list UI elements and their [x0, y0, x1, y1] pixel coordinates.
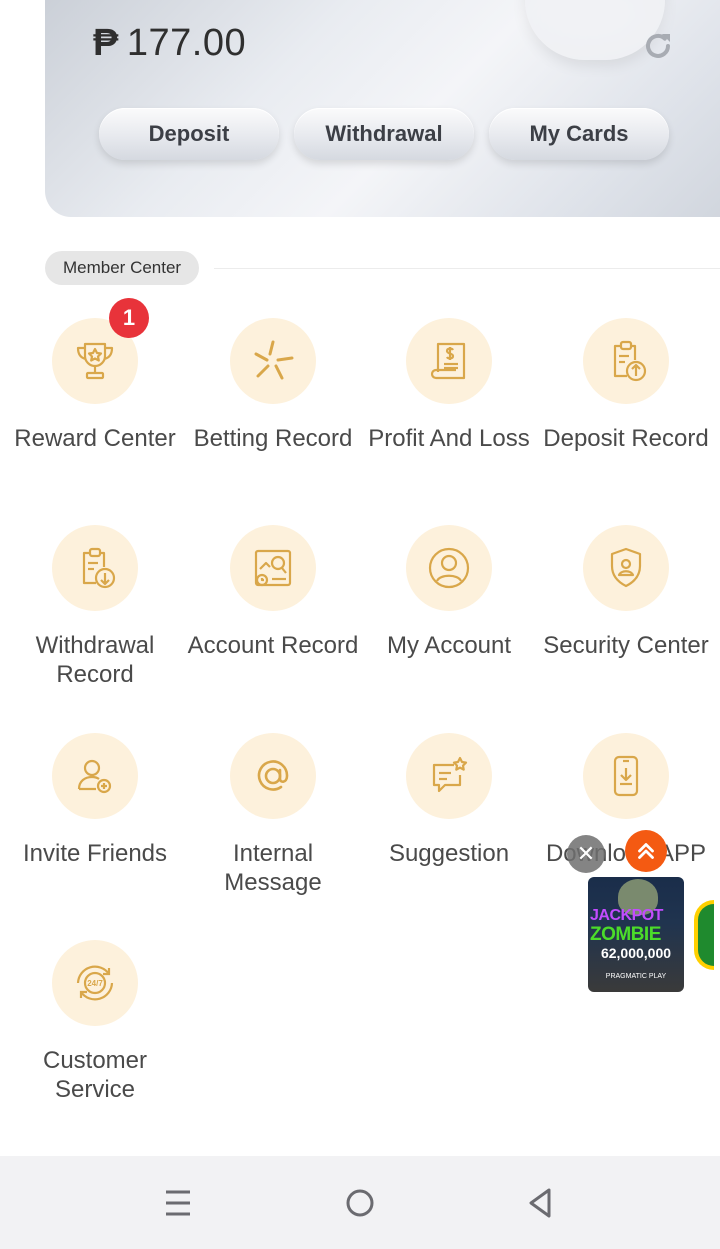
menu-item-withdrawal-record[interactable]: Withdrawal Record: [7, 525, 183, 689]
back-triangle-icon: [529, 1188, 551, 1218]
shield-user-icon: [583, 525, 669, 611]
clipboard-upload-icon: [583, 318, 669, 404]
support-24-7-icon: 24/7: [52, 940, 138, 1026]
recent-apps-button[interactable]: [158, 1186, 198, 1220]
menu-item-invite-friends[interactable]: Invite Friends: [7, 733, 183, 868]
user-add-icon: [52, 733, 138, 819]
double-chevron-up-icon: [638, 843, 654, 859]
jackpot-ad-banner[interactable]: JACKPOT ZOMBIE 62,000,000 PRAGMATIC PLAY: [588, 877, 684, 992]
menu-item-label: Invite Friends: [22, 840, 168, 867]
balance-amount: 177.00: [126, 22, 247, 64]
notification-badge: 1: [109, 298, 149, 338]
menu-item-label: Customer Service: [42, 1047, 148, 1103]
ad-title-line1: JACKPOT: [590, 907, 663, 924]
home-button[interactable]: [340, 1186, 380, 1220]
menu-item-label: My Account: [386, 632, 512, 659]
menu-item-account-record[interactable]: Account Record: [185, 525, 361, 660]
menu-item-betting-record[interactable]: Betting Record: [185, 318, 361, 453]
menu-item-deposit-record[interactable]: Deposit Record: [538, 318, 714, 453]
section-divider: [214, 268, 720, 269]
menu-item-label: Internal Message: [224, 840, 322, 896]
my-cards-button[interactable]: My Cards: [489, 108, 669, 160]
deposit-button[interactable]: Deposit: [99, 108, 279, 160]
chat-star-icon: [406, 733, 492, 819]
receipt-dollar-icon: [406, 318, 492, 404]
ad-jackpot-amount: 62,000,000: [600, 945, 672, 961]
menu-item-label: Deposit Record: [543, 425, 709, 452]
menu-item-reward-center[interactable]: Reward Center: [7, 318, 183, 453]
menu-item-label: Profit And Loss: [368, 425, 530, 452]
at-sign-icon: [230, 733, 316, 819]
svg-text:24/7: 24/7: [87, 979, 103, 988]
currency-symbol: ₱: [93, 22, 119, 64]
ad-provider: PRAGMATIC PLAY: [605, 973, 667, 980]
refresh-icon[interactable]: [640, 28, 676, 64]
secondary-ad-edge[interactable]: [694, 900, 714, 970]
menu-item-customer-service[interactable]: 24/7 Customer Service: [7, 940, 183, 1104]
menu-item-internal-message[interactable]: Internal Message: [185, 733, 361, 897]
menu-item-label: Withdrawal Record: [35, 632, 155, 688]
system-navigation-bar: [0, 1156, 720, 1249]
member-center-title: Member Center: [45, 251, 200, 285]
sparkle-icon: [230, 318, 316, 404]
menu-item-label: Suggestion: [388, 840, 510, 867]
menu-item-label: Betting Record: [193, 425, 353, 452]
chart-magnifier-icon: [230, 525, 316, 611]
menu-item-label: Security Center: [543, 632, 709, 659]
menu-lines-icon: [166, 1190, 190, 1216]
withdrawal-button[interactable]: Withdrawal: [294, 108, 474, 160]
menu-item-label: Account Record: [187, 632, 359, 659]
back-button[interactable]: [520, 1186, 560, 1220]
wallet-balance: ₱ 177.00: [93, 22, 246, 65]
clipboard-download-icon: [52, 525, 138, 611]
phone-download-icon: [583, 733, 669, 819]
menu-item-label: Reward Center: [14, 425, 176, 452]
menu-item-profit-and-loss[interactable]: Profit And Loss: [361, 318, 537, 453]
menu-item-security-center[interactable]: Security Center: [538, 525, 714, 660]
close-ad-button[interactable]: ✕: [567, 835, 605, 873]
ad-title-line2: ZOMBIE: [590, 924, 661, 945]
home-circle-icon: [346, 1189, 374, 1217]
menu-item-suggestion[interactable]: Suggestion: [361, 733, 537, 868]
menu-item-my-account[interactable]: My Account: [361, 525, 537, 660]
user-circle-icon: [406, 525, 492, 611]
scroll-to-top-button[interactable]: [625, 830, 667, 872]
